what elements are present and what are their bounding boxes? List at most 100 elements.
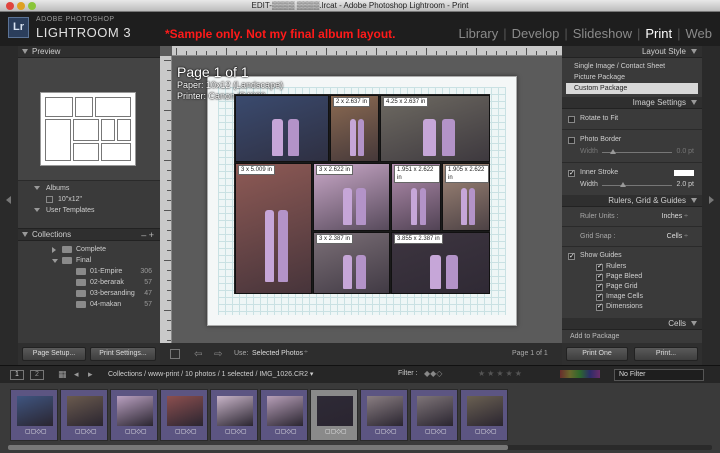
photo-figure	[343, 187, 353, 226]
collection-final[interactable]: Final	[18, 255, 160, 266]
collection-item[interactable]: 02-berarak 57	[18, 277, 160, 288]
photo-cell[interactable]: 4.25 x 2.637 in	[380, 95, 490, 162]
guide-image-cells[interactable]: Image Cells	[562, 292, 702, 302]
ruler-tick	[167, 170, 171, 171]
module-web[interactable]: Web	[686, 26, 713, 41]
forward-arrow-icon[interactable]: ▸	[88, 369, 93, 380]
use-dropdown[interactable]: Selected Photos	[252, 350, 303, 357]
next-page-icon[interactable]: ⇨	[214, 349, 222, 360]
photo-cell[interactable]: 2 x 2.637 in	[330, 95, 379, 162]
guide-checkbox[interactable]	[596, 272, 603, 282]
grid-snap-dropdown[interactable]: Cells	[667, 230, 688, 243]
thumbnail-image	[217, 396, 253, 426]
filmstrip-thumbnail[interactable]: ▢▢◇▢	[10, 389, 58, 441]
photo-border-option[interactable]: Photo Border	[562, 134, 702, 146]
guide-page-bleed[interactable]: Page Bleed	[562, 272, 702, 282]
collection-item[interactable]: 03-bersanding 47	[18, 288, 160, 299]
collection-item[interactable]: 01-Empire 306	[18, 266, 160, 277]
show-guides-option[interactable]: Show Guides	[562, 250, 702, 263]
color-label-filter[interactable]	[560, 370, 600, 378]
guide-rulers[interactable]: Rulers	[562, 262, 702, 272]
back-arrow-icon[interactable]: ◂	[74, 369, 79, 380]
rulers-grid-guides-header[interactable]: Rulers, Grid & Guides	[562, 195, 702, 207]
ruler-units-dropdown[interactable]: Inches	[662, 210, 688, 223]
layout-style-single[interactable]: Single Image / Contact Sheet	[566, 61, 698, 72]
show-guides-checkbox[interactable]	[568, 251, 575, 263]
inner-stroke-checkbox[interactable]	[568, 168, 575, 180]
source-path[interactable]: Collections / www-print / 10 photos / 1 …	[108, 370, 313, 378]
rotate-to-fit-checkbox[interactable]	[568, 116, 575, 123]
print-button[interactable]: Print...	[634, 347, 698, 361]
grid-snap-row[interactable]: Grid Snap : Cells	[562, 230, 702, 243]
template-folder-albums[interactable]: Albums	[18, 183, 160, 194]
filmstrip-thumbnail[interactable]: ▢▢◇▢	[460, 389, 508, 441]
filmstrip-thumbnail[interactable]: ▢▢◇▢	[60, 389, 108, 441]
collection-item[interactable]: 04-makan 57	[18, 299, 160, 310]
stroke-width-slider[interactable]: Width 2.0 pt	[562, 179, 702, 191]
template-folder-user[interactable]: User Templates	[18, 205, 160, 216]
ruler-tick	[546, 51, 547, 55]
module-print[interactable]: Print	[645, 26, 672, 41]
collections-header[interactable]: Collections – +	[18, 229, 160, 241]
rotate-to-fit-option[interactable]: Rotate to Fit	[562, 113, 702, 125]
photo-cell[interactable]: 1.905 x 2.622 in	[442, 163, 490, 231]
guide-dimensions[interactable]: Dimensions	[562, 302, 702, 312]
template-item[interactable]: 10"x12"	[18, 194, 160, 205]
print-settings-button[interactable]: Print Settings...	[90, 347, 156, 361]
right-panel-toggle[interactable]	[702, 46, 720, 365]
previous-page-icon[interactable]: ⇦	[194, 349, 202, 360]
ruler-units-row[interactable]: Ruler Units : Inches	[562, 210, 702, 223]
collection-set-icon	[62, 257, 72, 264]
thumbnail-badges: ▢▢◇▢	[325, 429, 347, 435]
border-width-slider[interactable]: Width 0.0 pt	[562, 146, 702, 158]
guide-checkbox[interactable]	[596, 292, 603, 302]
module-slideshow[interactable]: Slideshow	[573, 26, 632, 41]
page-setup-button[interactable]: Page Setup...	[22, 347, 86, 361]
photo-cell[interactable]: 3 x 5.009 in	[235, 163, 312, 294]
module-develop[interactable]: Develop	[512, 26, 560, 41]
filmstrip-thumbnail[interactable]: ▢▢◇▢	[310, 389, 358, 441]
photo-cell[interactable]: 3 x 2.387 in	[313, 232, 390, 294]
collection-complete[interactable]: Complete	[18, 244, 160, 255]
guide-checkbox[interactable]	[596, 282, 603, 292]
stroke-color-swatch[interactable]	[674, 170, 694, 176]
ruler-tick	[167, 120, 171, 121]
flag-filter-icon[interactable]: ◆◆◇	[424, 369, 442, 378]
filmstrip-scrollbar[interactable]	[8, 445, 712, 450]
view-toggle-icon[interactable]	[170, 349, 180, 359]
preview-header[interactable]: Preview	[18, 46, 160, 58]
slider-knob[interactable]	[610, 149, 616, 154]
guide-checkbox[interactable]	[596, 302, 603, 312]
filter-preset-dropdown[interactable]: No Filter	[614, 369, 704, 381]
filmstrip-thumbnail[interactable]: ▢▢◇▢	[360, 389, 408, 441]
secondary-window-button[interactable]: 2	[30, 370, 44, 380]
filmstrip-thumbnail[interactable]: ▢▢◇▢	[110, 389, 158, 441]
filmstrip-thumbnail[interactable]: ▢▢◇▢	[160, 389, 208, 441]
cells-header[interactable]: Cells	[562, 318, 702, 330]
grid-view-icon[interactable]: ▦	[58, 369, 67, 380]
filmstrip-thumbnail[interactable]: ▢▢◇▢	[410, 389, 458, 441]
module-separator: |	[677, 26, 681, 41]
module-library[interactable]: Library	[458, 26, 498, 41]
slider-knob[interactable]	[620, 182, 626, 187]
left-panel-toggle[interactable]	[0, 46, 18, 365]
guide-page-grid[interactable]: Page Grid	[562, 282, 702, 292]
photo-cell[interactable]: 3 x 2.622 in	[313, 163, 390, 231]
photo-cell[interactable]: 3.855 x 2.387 in	[391, 232, 490, 294]
photo-cell[interactable]: 1.951 x 2.622 in	[391, 163, 441, 231]
layout-style-header[interactable]: Layout Style	[562, 46, 702, 58]
layout-style-picture-package[interactable]: Picture Package	[566, 72, 698, 83]
print-one-button[interactable]: Print One	[566, 347, 628, 361]
add-remove-collection-controls[interactable]: – +	[141, 229, 154, 241]
filmstrip-thumbnail[interactable]: ▢▢◇▢	[210, 389, 258, 441]
primary-window-button[interactable]: 1	[10, 370, 24, 380]
rating-filter-stars[interactable]: ★★★★★	[478, 369, 524, 378]
inner-stroke-option[interactable]: Inner Stroke	[562, 167, 702, 180]
filmstrip-scroll-thumb[interactable]	[8, 445, 508, 450]
filmstrip-thumbnail[interactable]: ▢▢◇▢	[260, 389, 308, 441]
layout-style-custom-package[interactable]: Custom Package	[566, 83, 698, 94]
photo-border-checkbox[interactable]	[568, 137, 575, 144]
photo-cell[interactable]	[235, 95, 329, 162]
image-settings-header[interactable]: Image Settings	[562, 97, 702, 109]
guide-checkbox[interactable]	[596, 262, 603, 272]
